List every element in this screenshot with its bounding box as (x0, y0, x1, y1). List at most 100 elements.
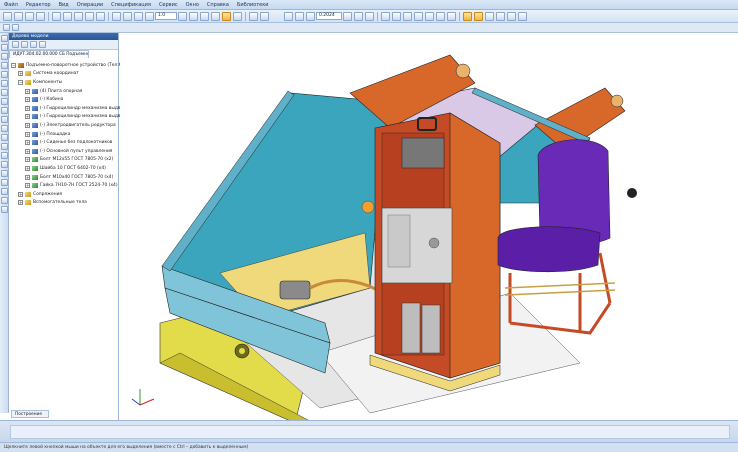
expand-icon[interactable]: + (18, 191, 23, 197)
3d-viewport[interactable] (120, 33, 738, 420)
redo-icon[interactable] (96, 11, 105, 21)
tree-node[interactable]: + Болт М12х55 ГОСТ 7805-70 (х2) (11, 156, 119, 165)
menu-help[interactable]: Справка (203, 0, 233, 10)
zoom-field[interactable]: 0.2024 (316, 12, 342, 20)
transparency-icon[interactable] (496, 11, 505, 21)
pipes-icon[interactable] (1, 152, 8, 159)
sketch-icon[interactable] (3, 24, 10, 31)
expand-icon[interactable]: + (25, 183, 30, 189)
menu-file[interactable]: Файл (0, 0, 22, 10)
designations-icon[interactable] (1, 179, 8, 186)
sheet-metal-icon[interactable] (1, 134, 8, 141)
menu-libraries[interactable]: Библиотеки (233, 0, 273, 10)
surfaces-icon[interactable] (1, 116, 8, 123)
light-icon[interactable] (507, 11, 516, 21)
zoom-in-icon[interactable] (284, 11, 293, 21)
expand-icon[interactable]: + (25, 131, 30, 137)
menu-operations[interactable]: Операции (73, 0, 107, 10)
tree-node[interactable]: − Подъемно-поворотное устройство (Тел:6, … (11, 61, 136, 70)
print-icon[interactable] (36, 11, 45, 21)
zoom-out-icon[interactable] (295, 11, 304, 21)
rebuild-icon[interactable] (233, 11, 242, 21)
tree-node[interactable]: + (-) Гидроцилиндр механизма выдви... (11, 104, 128, 113)
orientation-icon[interactable] (381, 11, 390, 21)
variables-icon[interactable] (134, 11, 143, 21)
zoom-window-icon[interactable] (306, 11, 315, 21)
colors-icon[interactable] (518, 11, 527, 21)
tree-node[interactable]: + (-) Основной пульт управления (11, 147, 119, 156)
expand-icon[interactable]: + (18, 200, 23, 206)
document-tab[interactable]: ИДУТ.304.02.00.000 СБ Подъемно-поворотно… (9, 50, 89, 58)
expand-icon[interactable]: + (18, 71, 23, 77)
tree-node[interactable]: + (-) Кабина (11, 95, 119, 104)
expand-icon[interactable]: + (25, 105, 30, 111)
tree-find-icon[interactable] (39, 41, 46, 48)
layers-icon[interactable] (200, 11, 209, 21)
cut-icon[interactable] (52, 11, 61, 21)
library-icon[interactable] (123, 11, 132, 21)
cables-icon[interactable] (1, 161, 8, 168)
halftone-icon[interactable] (414, 11, 423, 21)
perspective-icon[interactable] (447, 11, 456, 21)
shaded-edges-icon[interactable] (436, 11, 445, 21)
tree-node[interactable]: + Система координат (11, 70, 119, 79)
scale-field[interactable]: 1.0 (155, 12, 177, 20)
auxiliary-geometry-icon[interactable] (1, 62, 8, 69)
elements-icon[interactable] (1, 107, 8, 114)
expand-icon[interactable]: + (25, 140, 30, 146)
new-file-icon[interactable] (3, 11, 12, 21)
menu-edit[interactable]: Редактор (22, 0, 55, 10)
menu-view[interactable]: Вид (55, 0, 73, 10)
undo-icon[interactable] (85, 11, 94, 21)
expand-icon[interactable]: + (25, 174, 30, 180)
specification-panel-icon[interactable] (1, 89, 8, 96)
tree-node[interactable]: + Шайба 10 ГОСТ 6402-70 (х4) (11, 164, 119, 173)
save-icon[interactable] (25, 11, 34, 21)
collapse-icon[interactable]: − (18, 79, 23, 85)
fit-all-icon[interactable] (365, 11, 374, 21)
tree-sort-icon[interactable] (12, 41, 19, 48)
measure-panel-icon[interactable] (1, 71, 8, 78)
hide-icon[interactable] (485, 11, 494, 21)
grid-icon[interactable] (189, 11, 198, 21)
tree-node[interactable]: + (-) Гидроцилиндр механизма выдви... (11, 113, 128, 122)
component-add-icon[interactable] (12, 24, 19, 31)
tree-node[interactable]: − Компоненты (11, 78, 119, 87)
measure-icon[interactable] (145, 11, 154, 21)
filter-icon[interactable] (211, 11, 220, 21)
pan-icon[interactable] (343, 11, 352, 21)
reports-icon[interactable] (1, 98, 8, 105)
manager-icon[interactable] (260, 11, 269, 21)
tree-node[interactable]: + (4) Плита опорная (11, 87, 119, 96)
help-icon[interactable] (249, 11, 258, 21)
properties-panel-body[interactable] (10, 425, 730, 439)
weld-icon[interactable] (1, 143, 8, 150)
expand-icon[interactable]: + (25, 122, 30, 128)
select-icon[interactable] (222, 11, 231, 21)
expand-icon[interactable]: + (25, 88, 30, 94)
tree-node[interactable]: + Вспомогательные тела (11, 199, 119, 208)
copy-icon[interactable] (63, 11, 72, 21)
expand-icon[interactable]: + (25, 97, 30, 103)
rotate-icon[interactable] (354, 11, 363, 21)
macros-icon[interactable] (1, 206, 8, 213)
library-panel-icon[interactable] (1, 197, 8, 204)
open-file-icon[interactable] (14, 11, 23, 21)
tree-node[interactable]: + (-) Сиденье без подлокотников (11, 138, 119, 147)
expand-icon[interactable]: + (25, 165, 30, 171)
collapse-icon[interactable]: − (11, 62, 16, 68)
menu-window[interactable]: Окно (182, 0, 203, 10)
expand-icon[interactable]: + (25, 157, 30, 163)
tree-node[interactable]: + (-) Площадка (11, 130, 119, 139)
build-tab[interactable]: Построение (11, 410, 49, 418)
tree-node[interactable]: + Гайка 7Н10-7Н ГОСТ 2524-70 (х4) (11, 181, 119, 190)
curves-icon[interactable] (1, 125, 8, 132)
wireframe-icon[interactable] (392, 11, 401, 21)
dimensions-icon[interactable] (1, 188, 8, 195)
tree-structure-icon[interactable] (21, 41, 28, 48)
tree-settings-icon[interactable] (30, 41, 37, 48)
show-all-icon[interactable] (474, 11, 483, 21)
menu-specification[interactable]: Спецификация (107, 0, 155, 10)
shaded-icon[interactable] (425, 11, 434, 21)
expand-icon[interactable]: + (25, 148, 30, 154)
